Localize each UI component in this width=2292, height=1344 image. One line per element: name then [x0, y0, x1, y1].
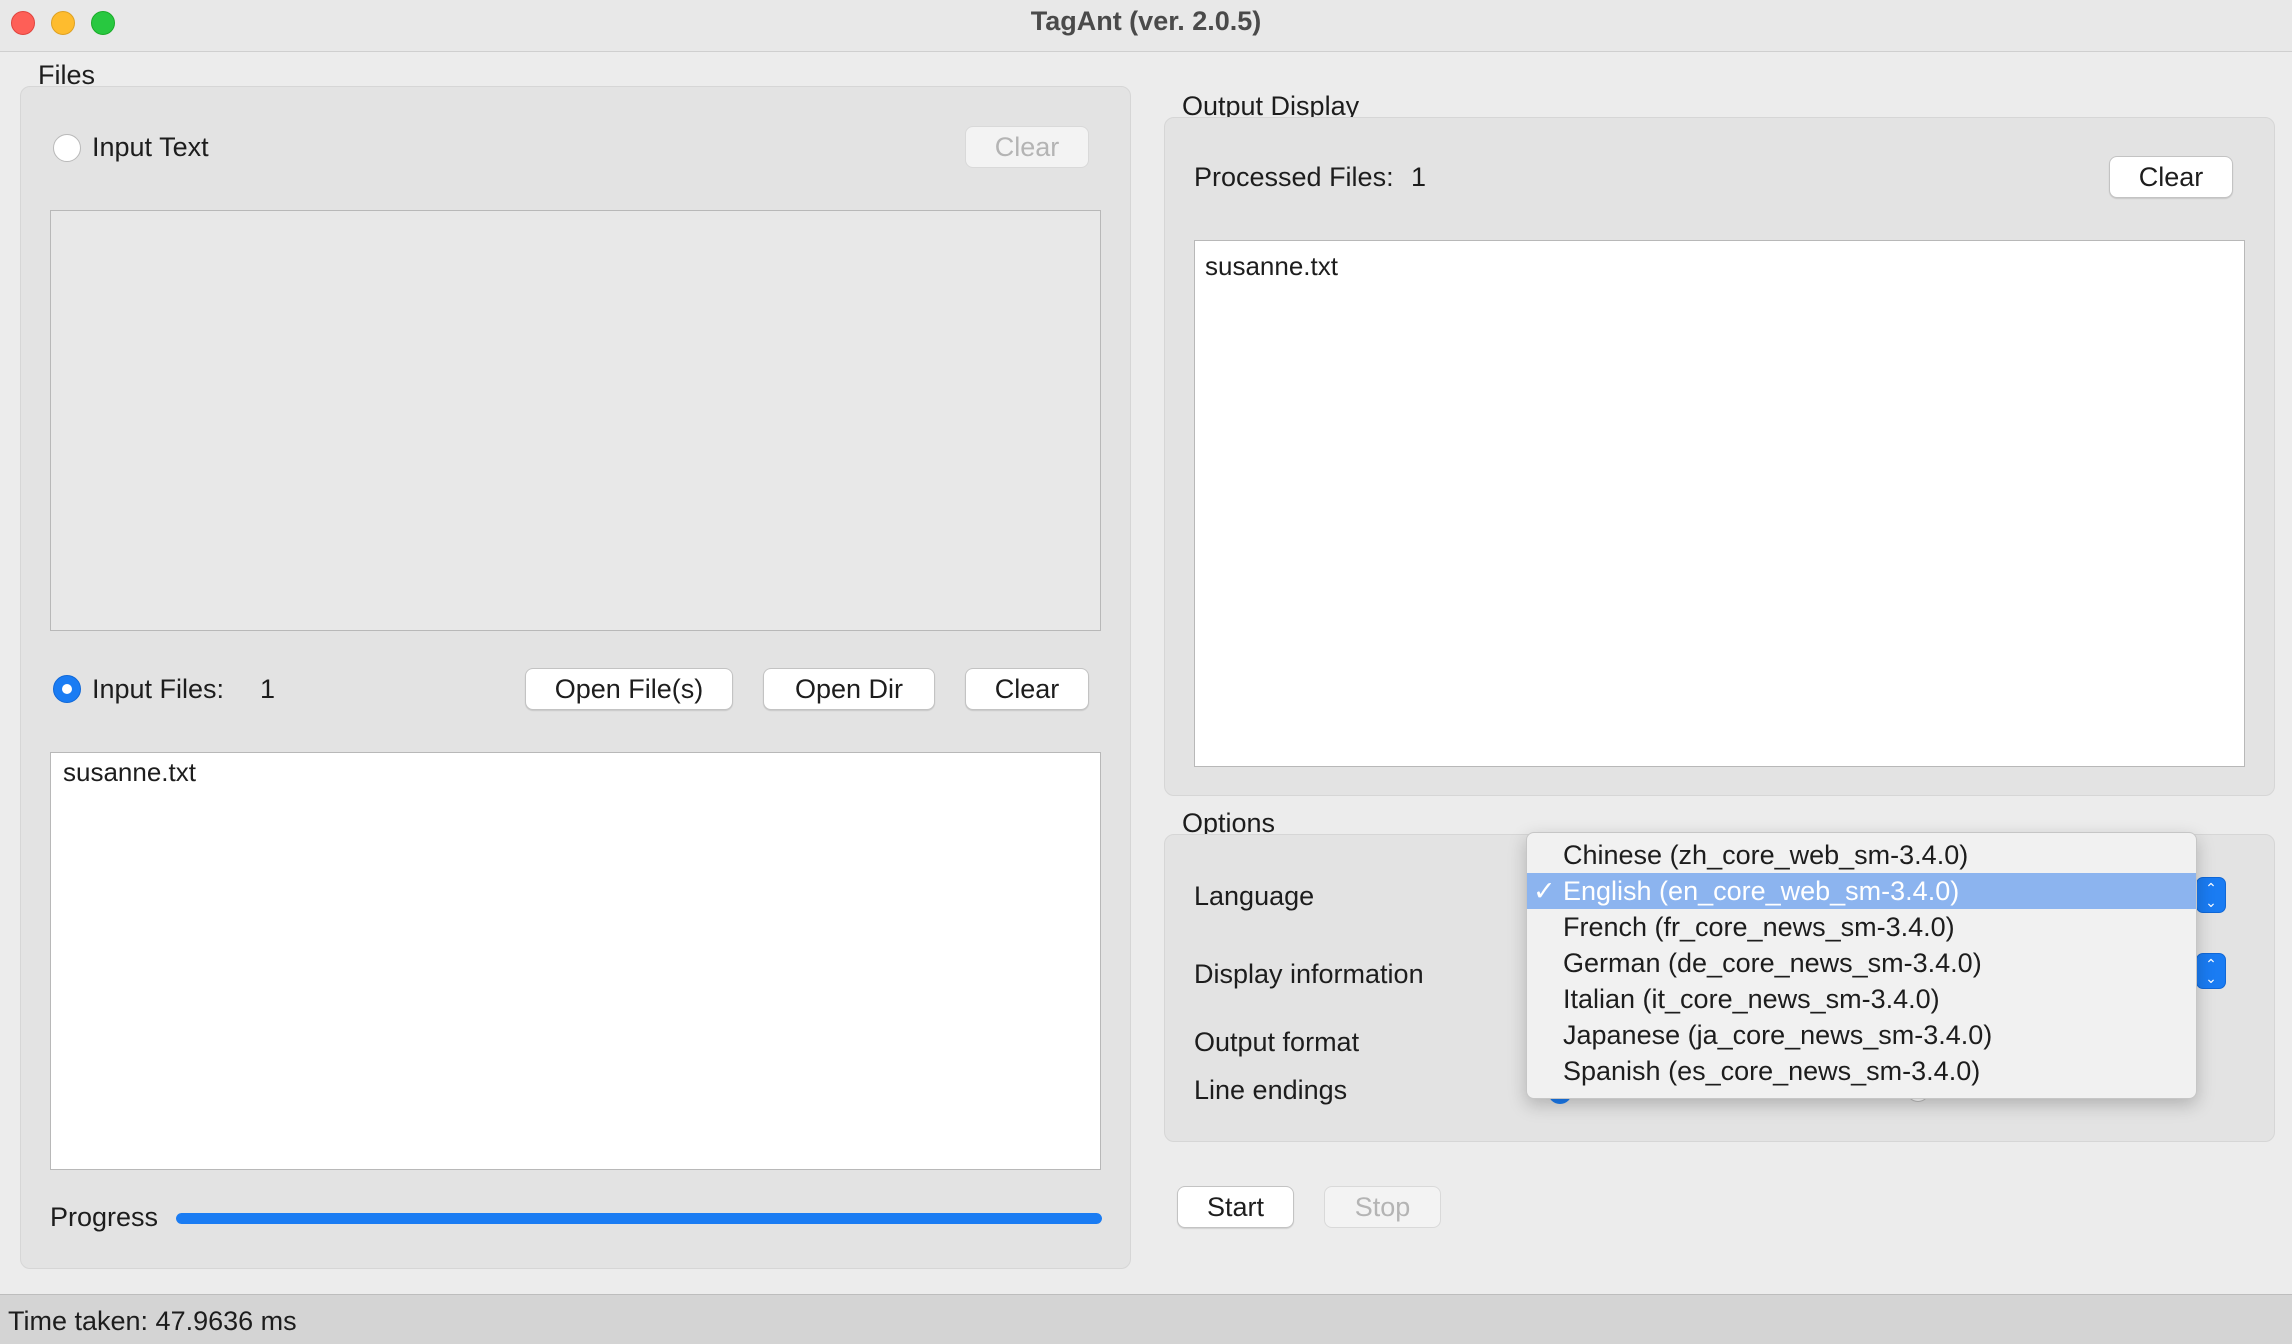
language-option-label: Japanese (ja_core_news_sm-3.4.0) [1563, 1020, 1993, 1050]
language-option[interactable]: Japanese (ja_core_news_sm-3.4.0) [1527, 1017, 2196, 1053]
output-format-label: Output format [1194, 1027, 1360, 1057]
progress-label: Progress [50, 1202, 159, 1232]
language-option-label: English (en_core_web_sm-3.4.0) [1563, 876, 1960, 906]
language-option[interactable]: Italian (it_core_news_sm-3.4.0) [1527, 981, 2196, 1017]
progress-bar-fill [176, 1213, 1102, 1224]
input-files-count: 1 [260, 674, 276, 704]
open-files-button[interactable]: Open File(s) [525, 668, 733, 710]
language-option-label: Chinese (zh_core_web_sm-3.4.0) [1563, 840, 1969, 870]
start-button[interactable]: Start [1177, 1186, 1294, 1228]
language-option[interactable]: Spanish (es_core_news_sm-3.4.0) [1527, 1053, 2196, 1089]
language-option[interactable]: ✓ English (en_core_web_sm-3.4.0) [1527, 873, 2196, 909]
status-text: Time taken: 47.9636 ms [8, 1306, 297, 1336]
input-files-clear-button[interactable]: Clear [965, 668, 1089, 710]
line-endings-label: Line endings [1194, 1075, 1348, 1105]
language-dropdown-menu[interactable]: Chinese (zh_core_web_sm-3.4.0) ✓ English (… [1526, 832, 2197, 1099]
output-files-list[interactable]: susanne.txt [1194, 240, 2245, 767]
language-option[interactable]: German (de_core_news_sm-3.4.0) [1527, 945, 2196, 981]
open-dir-button[interactable]: Open Dir [763, 668, 935, 710]
progress-bar [176, 1213, 1102, 1224]
input-files-list[interactable]: susanne.txt [50, 752, 1101, 1170]
language-option-label: French (fr_core_news_sm-3.4.0) [1563, 912, 1955, 942]
stop-button[interactable]: Stop [1324, 1186, 1441, 1228]
display-information-label: Display information [1194, 959, 1424, 989]
processed-files-count: 1 [1411, 162, 1427, 192]
title-bar: TagAnt (ver. 2.0.5) [0, 0, 2292, 52]
window-title: TagAnt (ver. 2.0.5) [1030, 6, 1262, 36]
input-files-radio[interactable] [53, 675, 81, 703]
checkmark-icon: ✓ [1533, 876, 1556, 906]
language-label: Language [1194, 881, 1315, 911]
list-item[interactable]: susanne.txt [1205, 251, 1338, 282]
language-select-stepper-icon[interactable]: ⌃ ⌄ [2196, 877, 2226, 913]
language-option-label: Spanish (es_core_news_sm-3.4.0) [1563, 1056, 1981, 1086]
list-item[interactable]: susanne.txt [63, 757, 196, 788]
language-option-label: German (de_core_news_sm-3.4.0) [1563, 948, 1982, 978]
language-option-label: Italian (it_core_news_sm-3.4.0) [1563, 984, 1940, 1014]
status-bar: Time taken: 47.9636 ms [0, 1294, 2292, 1344]
processed-files-label: Processed Files: [1194, 162, 1394, 192]
input-text-label: Input Text [92, 132, 209, 162]
input-text-clear-button[interactable]: Clear [965, 126, 1089, 168]
language-option[interactable]: Chinese (zh_core_web_sm-3.4.0) [1527, 837, 2196, 873]
display-info-select-stepper-icon[interactable]: ⌃ ⌄ [2196, 953, 2226, 989]
input-text-radio[interactable] [53, 134, 81, 162]
output-clear-button[interactable]: Clear [2109, 156, 2233, 198]
input-text-area[interactable] [50, 210, 1101, 631]
input-files-label: Input Files: [92, 674, 225, 704]
language-option[interactable]: French (fr_core_news_sm-3.4.0) [1527, 909, 2196, 945]
